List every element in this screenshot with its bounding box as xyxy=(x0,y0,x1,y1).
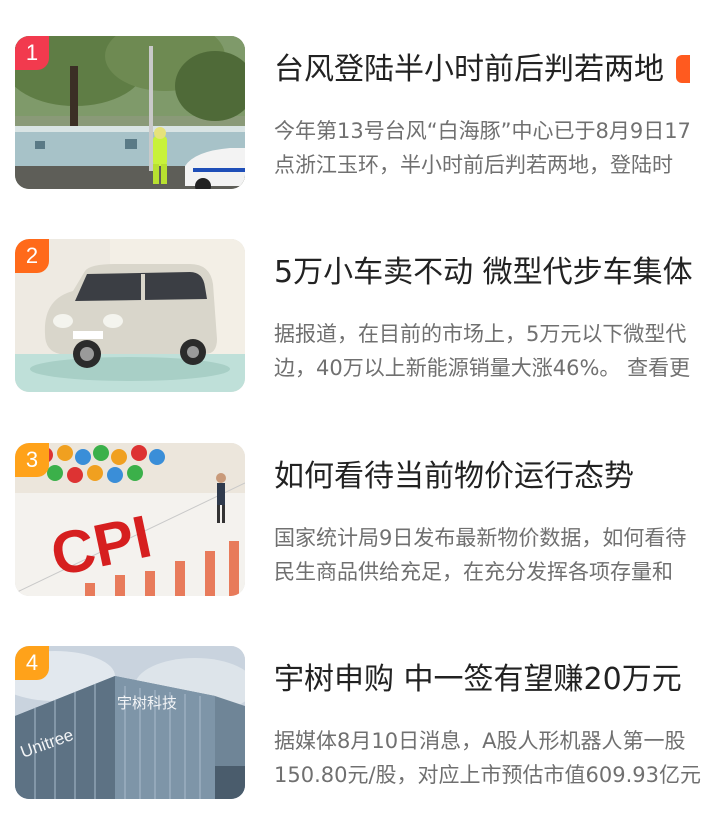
news-summary: 据媒体8月10日消息，A股人形机器人第一股 150.80元/股，对应上市预估市值… xyxy=(274,724,711,792)
unitree-cn-text: 宇树科技 xyxy=(117,694,177,712)
news-item[interactable]: 2 5万小车卖不动 微型代步车集体 据报道，在目前的市场上，5万元以下微型代 边… xyxy=(0,239,711,395)
news-title[interactable]: 如何看待当前物价运行态势 xyxy=(274,455,711,499)
news-title-text: 5万小车卖不动 微型代步车集体 xyxy=(274,255,693,290)
hot-tag-icon xyxy=(676,55,690,83)
news-title-text: 宇树申购 中一签有望赚20万元 xyxy=(274,662,682,697)
typhoon-street-image xyxy=(15,36,245,189)
unitree-building-image: Unitree 宇树科技 xyxy=(15,646,245,799)
news-thumbnail-car[interactable]: 2 xyxy=(15,239,245,392)
rank-badge: 3 xyxy=(15,443,49,477)
news-summary: 国家统计局9日发布最新物价数据，如何看待 民生商品供给充足，在充分发挥各项存量和 xyxy=(274,521,711,589)
rank-badge: 1 xyxy=(15,36,49,70)
summary-line: 据媒体8月10日消息，A股人形机器人第一股 xyxy=(274,729,686,753)
news-thumbnail-typhoon[interactable]: 1 xyxy=(15,36,245,189)
news-summary: 今年第13号台风“白海豚”中心已于8月9日17 点浙江玉环，半小时前后判若两地，… xyxy=(274,114,711,182)
summary-line: 边，40万以上新能源销量大涨46%。 查看更 xyxy=(274,356,691,380)
news-title-text: 如何看待当前物价运行态势 xyxy=(274,459,634,494)
news-title-text: 台风登陆半小时前后判若两地 xyxy=(274,52,664,87)
hot-news-list: 1 台风登陆半小时前后判若两地 今年第13号台风“白海豚”中心已于8月9日17 … xyxy=(0,0,711,832)
cpi-abacus-image: CPI xyxy=(15,443,245,596)
rank-badge: 2 xyxy=(15,239,49,273)
mini-car-image xyxy=(15,239,245,392)
news-title[interactable]: 宇树申购 中一签有望赚20万元 xyxy=(274,658,711,702)
news-summary: 据报道，在目前的市场上，5万元以下微型代 边，40万以上新能源销量大涨46%。 … xyxy=(274,317,711,385)
news-thumbnail-unitree[interactable]: 4 Unitree 宇树科技 xyxy=(15,646,245,799)
summary-line: 民生商品供给充足，在充分发挥各项存量和 xyxy=(274,560,673,584)
summary-line: 据报道，在目前的市场上，5万元以下微型代 xyxy=(274,322,687,346)
summary-line: 150.80元/股，对应上市预估市值609.93亿元 xyxy=(274,763,702,787)
rank-badge: 4 xyxy=(15,646,49,680)
news-item[interactable]: 4 Unitree 宇树科技 宇树申购 中一签有望赚20万元 据媒体8月10日消… xyxy=(0,646,711,802)
summary-line: 今年第13号台风“白海豚”中心已于8月9日17 xyxy=(274,119,691,143)
news-item[interactable]: 1 台风登陆半小时前后判若两地 今年第13号台风“白海豚”中心已于8月9日17 … xyxy=(0,36,711,192)
news-title[interactable]: 5万小车卖不动 微型代步车集体 xyxy=(274,251,711,295)
news-title[interactable]: 台风登陆半小时前后判若两地 xyxy=(274,48,711,92)
news-thumbnail-cpi[interactable]: 3 CPI xyxy=(15,443,245,596)
summary-line: 国家统计局9日发布最新物价数据，如何看待 xyxy=(274,526,687,550)
news-item[interactable]: 3 CPI 如何看待当前物价运行态势 国家统计局9日发布最新物价数据，如何看待 … xyxy=(0,443,711,599)
summary-line: 点浙江玉环，半小时前后判若两地，登陆时 xyxy=(274,153,673,177)
